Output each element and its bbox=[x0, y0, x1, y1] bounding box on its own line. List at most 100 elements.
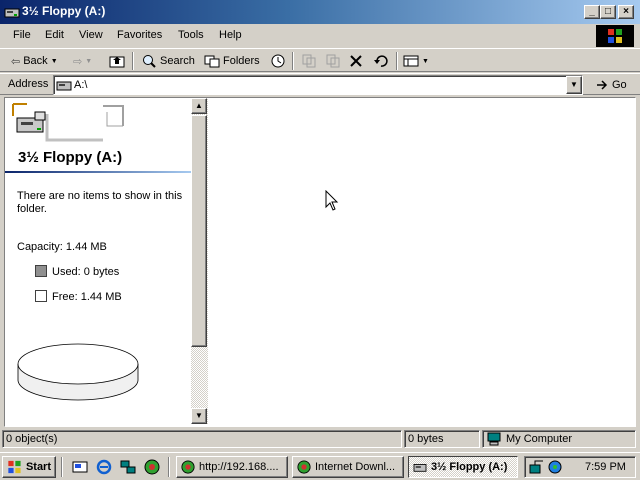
start-button[interactable]: Start bbox=[2, 456, 56, 478]
back-dropdown-icon: ▼ bbox=[50, 57, 58, 65]
empty-folder-message-cont: folder. bbox=[17, 203, 47, 215]
my-computer-icon bbox=[487, 432, 501, 446]
move-to-button[interactable] bbox=[298, 51, 320, 71]
clock[interactable]: 7:59 PM bbox=[585, 461, 626, 473]
forward-arrow-icon: ⇨ bbox=[73, 55, 83, 68]
menu-bar: File Edit View Favorites Tools Help bbox=[0, 25, 640, 47]
address-label: Address bbox=[8, 78, 49, 90]
used-text: Used: 0 bytes bbox=[52, 266, 120, 278]
arrow-down-icon: ▼ bbox=[195, 411, 203, 420]
toolbar-separator bbox=[396, 52, 398, 70]
floppy-drive-icon bbox=[56, 81, 72, 91]
menu-edit[interactable]: Edit bbox=[42, 29, 67, 44]
network-tray-icon[interactable] bbox=[529, 459, 545, 475]
minimize-button[interactable]: _ bbox=[584, 5, 600, 19]
menu-help[interactable]: Help bbox=[216, 29, 245, 44]
maximize-icon: □ bbox=[604, 6, 612, 17]
windows-flag-icon bbox=[608, 29, 622, 43]
go-label: Go bbox=[612, 79, 627, 91]
windows-logo-icon bbox=[596, 25, 634, 47]
floppy-drive-icon bbox=[4, 8, 20, 18]
chevron-down-icon: ▼ bbox=[570, 80, 578, 89]
status-object-count: 0 object(s) bbox=[2, 430, 402, 448]
free-space-slice bbox=[17, 343, 139, 385]
up-folder-icon bbox=[109, 56, 125, 68]
address-input[interactable]: A:\ ▼ bbox=[53, 75, 583, 95]
standard-toolbar: ⇦ Back ▼ ⇨ ▼ Search Folders ▼ bbox=[0, 48, 640, 72]
used-legend-swatch bbox=[35, 265, 47, 277]
copy-to-button[interactable] bbox=[322, 51, 344, 71]
taskbar: Start http://192.168.... Internet Downl.… bbox=[0, 452, 640, 480]
undo-button[interactable] bbox=[370, 51, 392, 71]
file-list-area[interactable] bbox=[210, 98, 635, 424]
folder-view: 3½ Floppy (A:) There are no items to sho… bbox=[4, 97, 636, 427]
views-icon bbox=[403, 55, 419, 67]
views-dropdown-icon: ▼ bbox=[422, 57, 429, 65]
scroll-down-button[interactable]: ▼ bbox=[191, 408, 207, 424]
system-tray: 7:59 PM bbox=[524, 456, 636, 478]
go-button[interactable]: Go bbox=[592, 76, 634, 94]
search-button[interactable]: Search bbox=[138, 51, 198, 71]
taskbar-button-label: 3½ Floppy (A:) bbox=[431, 461, 508, 473]
network-icon[interactable] bbox=[120, 459, 136, 475]
search-icon bbox=[143, 55, 156, 68]
delete-icon bbox=[350, 55, 362, 67]
go-arrow-icon bbox=[597, 80, 608, 90]
disk-usage-pie-chart bbox=[17, 343, 139, 401]
close-button[interactable]: × bbox=[618, 5, 634, 19]
menu-view[interactable]: View bbox=[76, 29, 106, 44]
internet-explorer-icon[interactable] bbox=[96, 459, 112, 475]
address-dropdown-button[interactable]: ▼ bbox=[566, 76, 582, 94]
browser-icon bbox=[297, 460, 311, 474]
browser-icon bbox=[181, 460, 195, 474]
taskbar-button-download[interactable]: Internet Downl... bbox=[292, 456, 404, 478]
floppy-drive-icon bbox=[413, 464, 427, 472]
taskbar-button-browser[interactable]: http://192.168.... bbox=[176, 456, 288, 478]
scroll-up-button[interactable]: ▲ bbox=[191, 98, 207, 114]
address-bar: Address A:\ ▼ Go bbox=[0, 73, 640, 95]
status-bar: 0 object(s) 0 bytes My Computer bbox=[0, 429, 640, 449]
menu-file[interactable]: File bbox=[10, 29, 34, 44]
scroll-thumb[interactable] bbox=[191, 115, 207, 347]
status-zone: My Computer bbox=[482, 430, 636, 448]
undo-icon bbox=[374, 55, 388, 67]
taskbar-button-floppy[interactable]: 3½ Floppy (A:) bbox=[408, 456, 518, 478]
menu-tools[interactable]: Tools bbox=[175, 29, 207, 44]
show-desktop-icon[interactable] bbox=[72, 459, 88, 475]
status-zone-label: My Computer bbox=[506, 433, 573, 445]
start-label: Start bbox=[25, 461, 51, 473]
maximize-button[interactable]: □ bbox=[600, 5, 616, 19]
delete-button[interactable] bbox=[346, 51, 366, 71]
windows-flag-icon bbox=[8, 460, 21, 474]
back-button[interactable]: ⇦ Back ▼ bbox=[8, 51, 61, 71]
forward-dropdown-icon: ▼ bbox=[85, 57, 93, 65]
capacity-text: Capacity: 1.44 MB bbox=[17, 241, 107, 253]
address-value: A:\ bbox=[74, 79, 88, 91]
volume-tray-icon[interactable] bbox=[547, 459, 563, 475]
back-label: Back bbox=[23, 55, 48, 67]
arrow-up-icon: ▲ bbox=[195, 101, 203, 110]
free-legend-swatch bbox=[35, 290, 47, 302]
up-folder-button[interactable] bbox=[106, 51, 128, 71]
forward-button[interactable]: ⇨ ▼ bbox=[70, 51, 95, 71]
title-bar[interactable]: 3½ Floppy (A:) _ □ × bbox=[0, 0, 640, 24]
taskbar-separator bbox=[168, 457, 170, 477]
history-icon bbox=[271, 54, 285, 68]
views-button[interactable]: ▼ bbox=[400, 51, 432, 71]
free-text: Free: 1.44 MB bbox=[52, 291, 122, 303]
move-to-icon bbox=[302, 54, 316, 68]
search-label: Search bbox=[160, 55, 195, 67]
toolbar-separator bbox=[292, 52, 294, 70]
vertical-scrollbar[interactable]: ▲ ▼ bbox=[191, 98, 208, 424]
menu-favorites[interactable]: Favorites bbox=[114, 29, 165, 44]
toolbar-separator bbox=[132, 52, 134, 70]
taskbar-button-label: http://192.168.... bbox=[199, 461, 279, 473]
folders-button[interactable]: Folders bbox=[201, 51, 263, 71]
folders-icon bbox=[204, 55, 220, 68]
panel-title: 3½ Floppy (A:) bbox=[18, 149, 123, 166]
history-button[interactable] bbox=[267, 51, 289, 71]
empty-folder-message: There are no items to show in this bbox=[17, 190, 183, 202]
floppy-drive-banner-icon bbox=[12, 103, 124, 142]
mouse-pointer-icon bbox=[325, 190, 339, 211]
browser-icon[interactable] bbox=[144, 459, 160, 475]
